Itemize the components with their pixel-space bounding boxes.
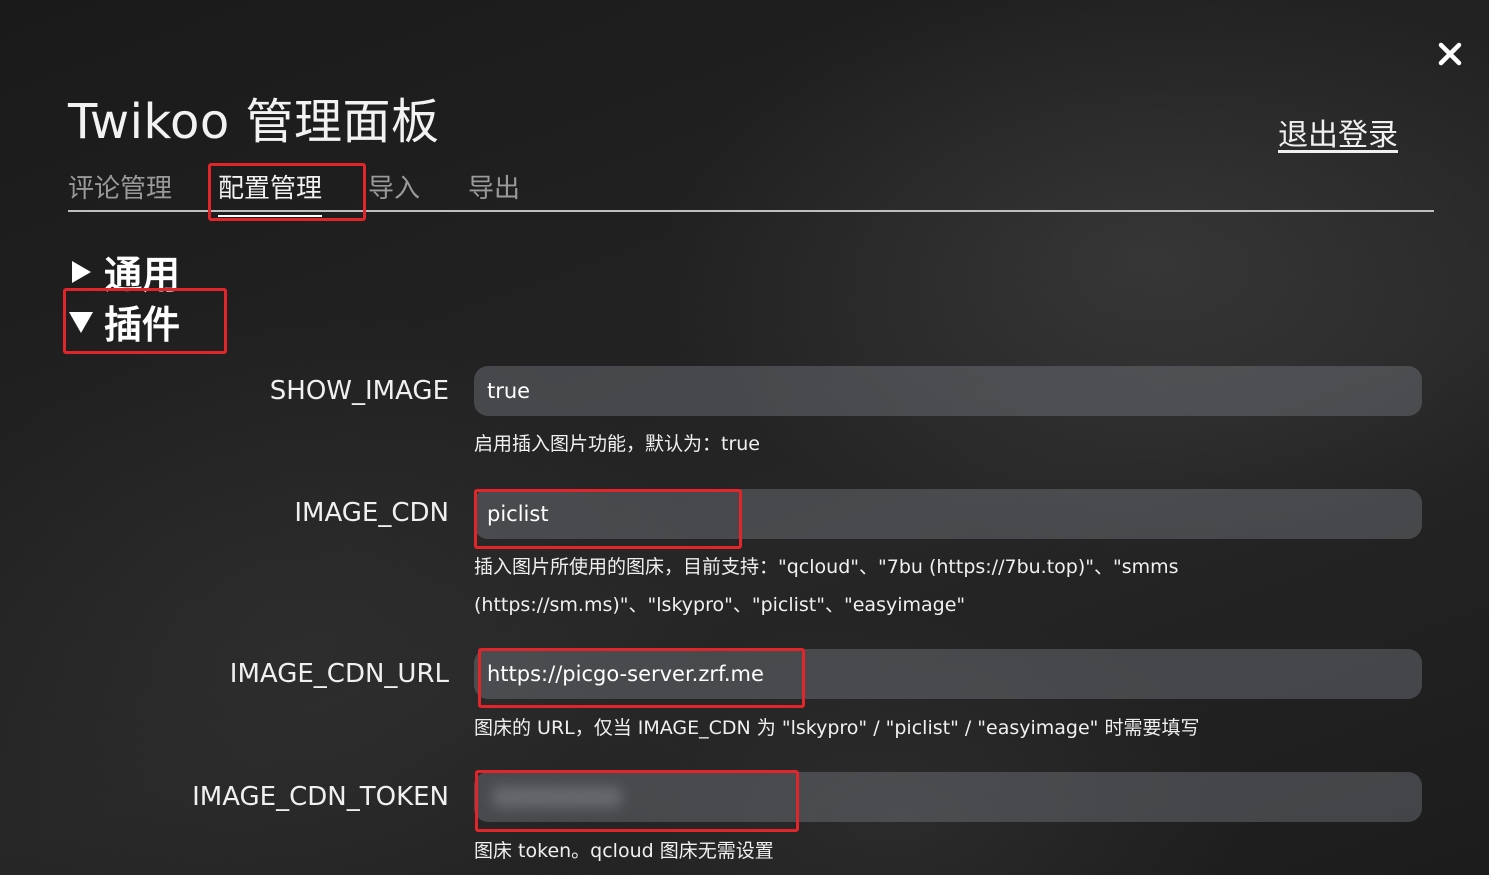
tab-config-management[interactable]: 配置管理 [218,168,323,217]
image-cdn-help: 插入图片所使用的图床，目前支持："qcloud"、"7bu (https://7… [474,556,1179,616]
field-label-image-cdn: IMAGE_CDN [294,498,449,528]
image-cdn-token-help: 图床 token。qcloud 图床无需设置 [474,840,774,862]
field-label-image-cdn-token: IMAGE_CDN_TOKEN [192,782,449,812]
image-cdn-input[interactable] [474,489,1422,539]
tab-bar: 评论管理 配置管理 导入 导出 [68,162,1434,217]
section-plugins[interactable]: 插件 [68,294,180,349]
section-general-label: 通用 [104,253,181,297]
section-plugins-label: 插件 [104,303,181,347]
field-label-image-cdn-url: IMAGE_CDN_URL [229,659,449,689]
triangle-down-icon [68,310,94,334]
section-general[interactable]: 通用 [68,244,180,299]
tab-import[interactable]: 导入 [368,168,420,205]
tab-comment-management[interactable]: 评论管理 [68,168,172,205]
logout-link[interactable]: 退出登录 [1278,110,1398,154]
triangle-right-icon [68,260,94,284]
redacted-token-blur [492,786,622,808]
image-cdn-url-input[interactable] [474,649,1422,699]
show-image-input[interactable] [474,366,1422,416]
image-cdn-url-help: 图床的 URL，仅当 IMAGE_CDN 为 "lskypro" / "picl… [474,717,1200,739]
close-button[interactable] [1430,36,1470,72]
show-image-help: 启用插入图片功能，默认为：true [474,433,760,455]
tab-export[interactable]: 导出 [468,168,520,205]
field-label-show-image: SHOW_IMAGE [269,376,449,406]
close-icon [1438,42,1462,66]
page-title: Twikoo 管理面板 [68,94,440,150]
